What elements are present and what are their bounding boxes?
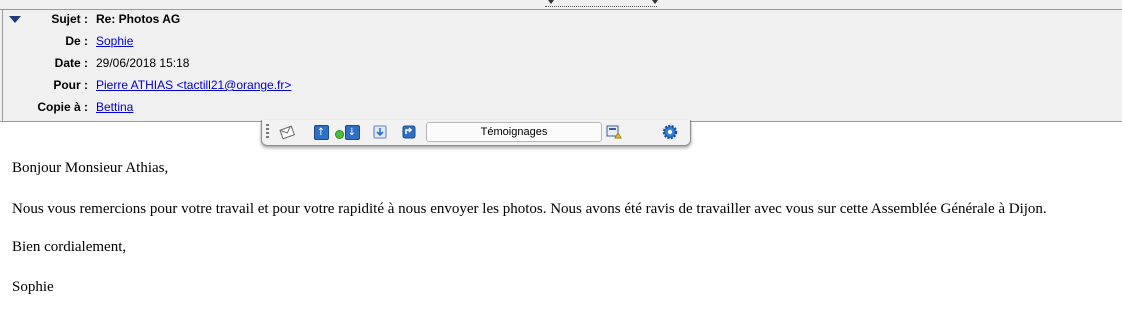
from-link[interactable]: Sophie [96, 34, 133, 48]
to-row: Pour : Pierre ATHIAS <tactill21@orange.f… [0, 76, 800, 96]
subject-label: Sujet : [51, 12, 88, 26]
body-paragraph: Nous vous remercions pour votre travail … [12, 201, 1047, 217]
left-arrow-icon [548, 0, 554, 4]
splitter-handle[interactable] [545, 0, 657, 7]
message-header: Sujet : Re: Photos AG De : Sophie Date :… [0, 9, 1122, 122]
to-link[interactable]: Pierre ATHIAS <tactill21@orange.fr> [96, 78, 291, 92]
envelope-icon[interactable] [279, 124, 295, 140]
from-row: De : Sophie [0, 32, 800, 52]
greeting: Bonjour Monsieur Athias, [12, 160, 169, 176]
from-label: De : [65, 34, 88, 48]
message-toolbar: ↑ ↓ Témoignages [261, 120, 691, 146]
green-dot-icon [335, 130, 344, 139]
date-value: 29/06/2018 15:18 [96, 56, 190, 70]
signature: Sophie [12, 279, 54, 295]
folder-download-icon[interactable] [372, 124, 388, 140]
cc-label: Copie à : [37, 100, 88, 114]
date-row: Date : 29/06/2018 15:18 [0, 54, 800, 74]
gear-icon[interactable] [662, 124, 678, 140]
arrow-up-icon[interactable]: ↑ [313, 124, 329, 140]
folder-select[interactable]: Témoignages [426, 122, 602, 142]
cc-row: Copie à : Bettina [0, 98, 800, 118]
export-icon[interactable] [606, 124, 622, 140]
toolbar-grip[interactable] [266, 124, 269, 140]
subject-row: Sujet : Re: Photos AG [0, 10, 800, 30]
date-label: Date : [54, 56, 88, 70]
arrow-down-icon[interactable]: ↓ [344, 124, 360, 140]
subject-value: Re: Photos AG [96, 12, 181, 26]
to-label: Pour : [53, 78, 88, 92]
cc-link[interactable]: Bettina [96, 100, 133, 114]
reply-icon[interactable] [401, 124, 417, 140]
closing: Bien cordialement, [12, 239, 127, 255]
top-strip [0, 0, 1122, 9]
right-arrow-icon [652, 0, 658, 4]
